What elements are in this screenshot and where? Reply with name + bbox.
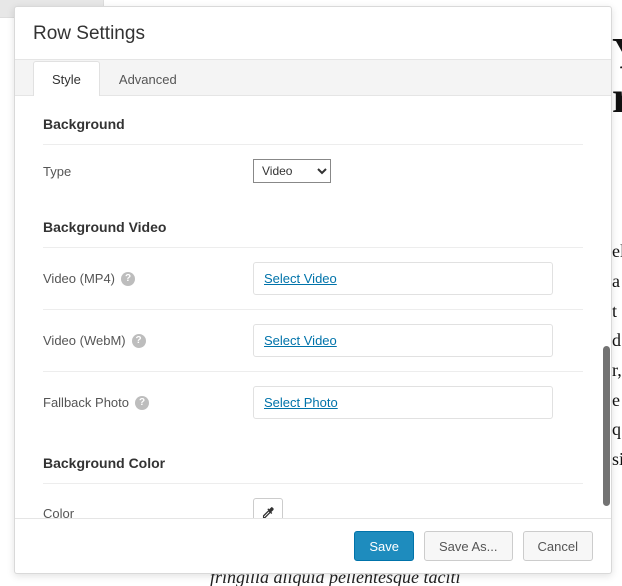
modal-body[interactable]: Background Type Video Background Video V… (15, 96, 611, 518)
label-text: Video (MP4) (43, 271, 115, 286)
label-text: Video (WebM) (43, 333, 126, 348)
select-photo-link: Select Photo (264, 395, 338, 410)
help-icon[interactable]: ? (132, 334, 146, 348)
field-label-type: Type (43, 164, 253, 179)
field-control-type: Video (253, 159, 583, 183)
section-heading-bg-color: Background Color (43, 449, 583, 484)
select-video-link: Select Video (264, 333, 337, 348)
backdrop-serif-fragment: ru (612, 74, 622, 118)
select-video-link: Select Video (264, 271, 337, 286)
save-as-button[interactable]: Save As... (424, 531, 513, 561)
field-type: Type Video (43, 145, 583, 197)
backdrop-line: e (612, 386, 622, 416)
button-label: Save As... (439, 539, 498, 554)
field-control-webm: Select Video (253, 324, 583, 357)
save-button[interactable]: Save (354, 531, 414, 561)
button-label: Cancel (538, 539, 578, 554)
backdrop-right-text: Y ru el a t d r, e q si (612, 30, 622, 586)
scrollbar-thumb[interactable] (603, 346, 610, 506)
backdrop-line: el (612, 237, 622, 267)
tabs-bar: Style Advanced (15, 59, 611, 96)
section-background-color: Background Color Color (15, 439, 611, 518)
tab-label: Style (52, 72, 81, 87)
label-text: Type (43, 164, 71, 179)
button-label: Save (369, 539, 399, 554)
backdrop-line: r, (612, 356, 622, 386)
label-text: Color (43, 506, 74, 519)
field-video-mp4: Video (MP4) ? Select Video (43, 248, 583, 310)
section-heading-background: Background (43, 110, 583, 145)
row-settings-modal: Row Settings Style Advanced Background T… (14, 6, 612, 574)
select-video-webm-box[interactable]: Select Video (253, 324, 553, 357)
field-label-color: Color (43, 506, 253, 519)
select-photo-box[interactable]: Select Photo (253, 386, 553, 419)
modal-header: Row Settings (15, 7, 611, 59)
type-select[interactable]: Video (253, 159, 331, 183)
section-background: Background Type Video (15, 100, 611, 203)
field-label-mp4: Video (MP4) ? (43, 271, 253, 286)
field-control-color (253, 498, 583, 518)
backdrop-line: a (612, 267, 622, 297)
modal-footer: Save Save As... Cancel (15, 518, 611, 573)
help-icon[interactable]: ? (121, 272, 135, 286)
field-label-webm: Video (WebM) ? (43, 333, 253, 348)
backdrop-line: d (612, 326, 622, 356)
label-text: Fallback Photo (43, 395, 129, 410)
select-video-mp4-box[interactable]: Select Video (253, 262, 553, 295)
modal-title: Row Settings (33, 23, 593, 45)
color-picker-button[interactable] (253, 498, 283, 518)
help-icon[interactable]: ? (135, 396, 149, 410)
section-heading-bg-video: Background Video (43, 213, 583, 248)
cancel-button[interactable]: Cancel (523, 531, 593, 561)
tab-advanced[interactable]: Advanced (100, 61, 196, 96)
section-background-video: Background Video Video (MP4) ? Select Vi… (15, 203, 611, 439)
field-video-webm: Video (WebM) ? Select Video (43, 310, 583, 372)
field-label-fallback: Fallback Photo ? (43, 395, 253, 410)
backdrop-line: q (612, 415, 622, 445)
tab-label: Advanced (119, 72, 177, 87)
field-fallback-photo: Fallback Photo ? Select Photo (43, 372, 583, 433)
field-control-mp4: Select Video (253, 262, 583, 295)
field-control-fallback: Select Photo (253, 386, 583, 419)
tab-style[interactable]: Style (33, 61, 100, 96)
field-color: Color (43, 484, 583, 518)
backdrop-line: si (612, 445, 622, 475)
backdrop-serif-fragment: Y (612, 30, 622, 74)
eyedropper-icon (260, 505, 276, 518)
backdrop-line: t (612, 297, 622, 327)
